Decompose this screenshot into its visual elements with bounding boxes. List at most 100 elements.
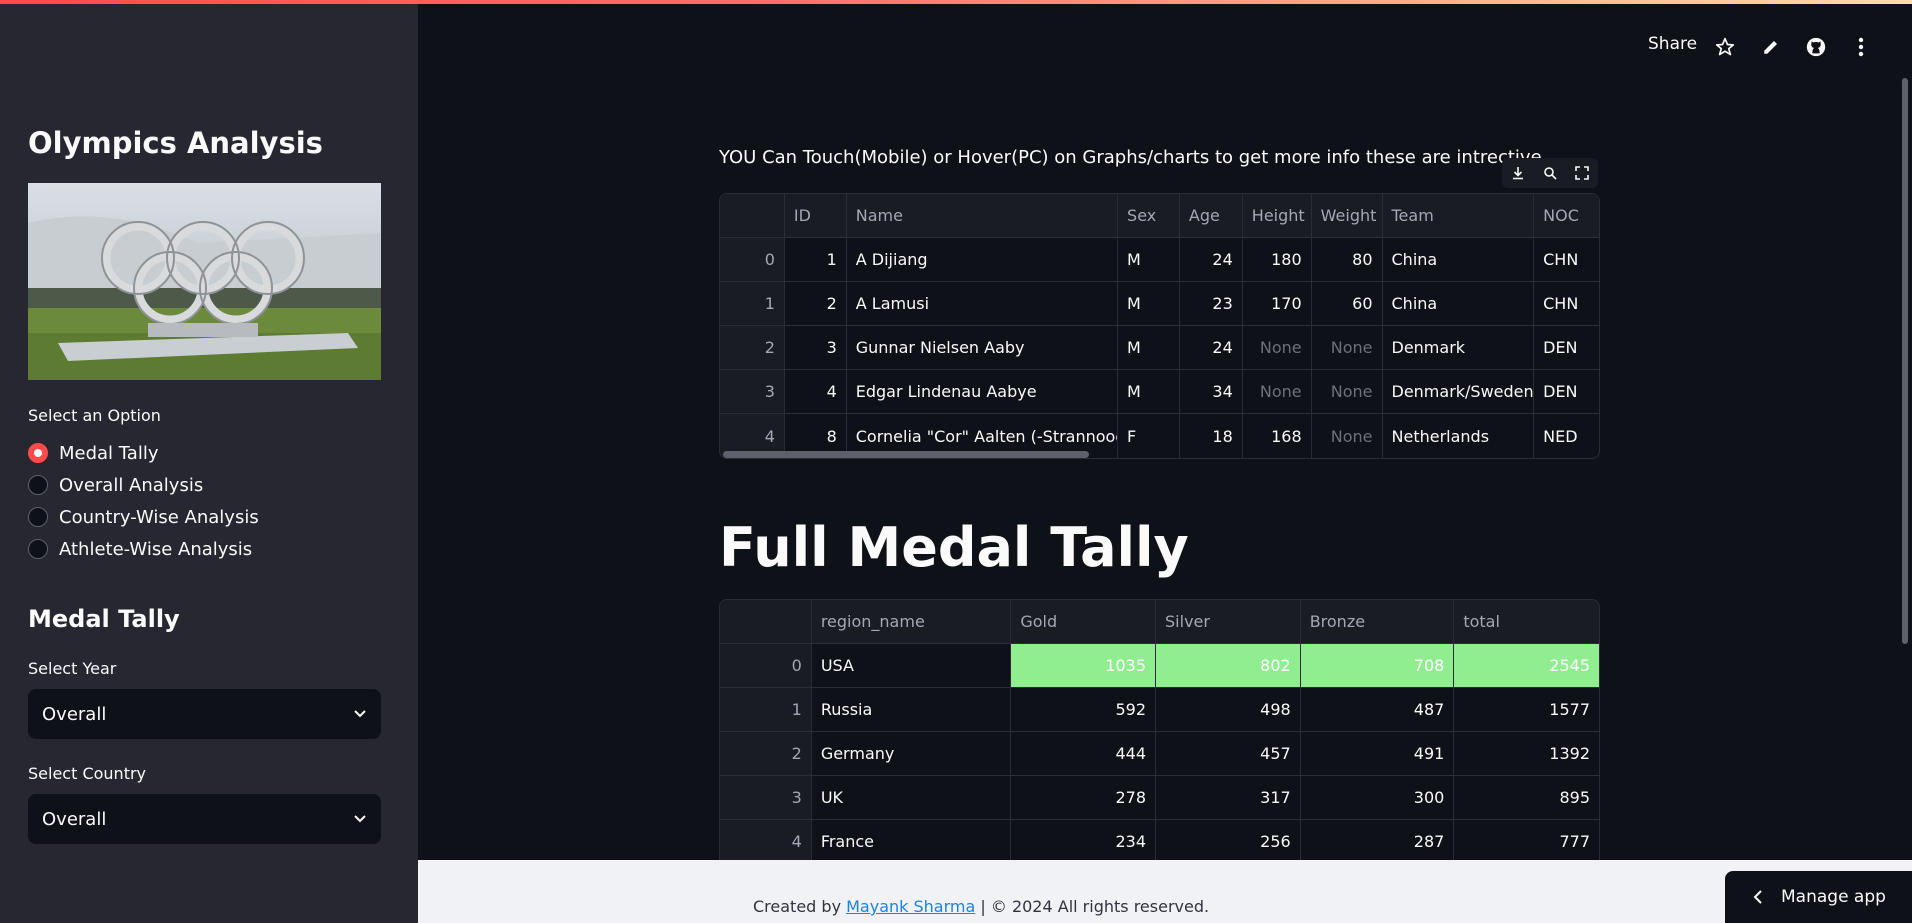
table-cell[interactable]: 444 [1011,732,1157,775]
table-cell[interactable]: 80 [1312,238,1383,281]
table-cell[interactable]: CHN [1534,282,1599,325]
table-cell[interactable]: F [1118,414,1180,458]
download-icon[interactable] [1507,162,1529,184]
table-cell[interactable]: 4 [785,370,847,413]
table-cell[interactable]: UK [812,776,1012,819]
table-cell[interactable]: M [1118,238,1180,281]
table-cell[interactable]: Netherlands [1383,414,1535,458]
column-header[interactable] [720,600,812,643]
share-button[interactable]: Share [1648,34,1697,54]
table-cell[interactable]: Germany [812,732,1012,775]
highlighted-cell[interactable]: 2545 [1454,644,1599,687]
column-header[interactable]: NOC [1534,194,1599,237]
table-cell[interactable]: 457 [1156,732,1301,775]
table-cell[interactable]: M [1118,370,1180,413]
column-header[interactable]: Weight [1312,194,1383,237]
table-cell[interactable]: Denmark [1383,326,1535,369]
column-header[interactable] [720,194,785,237]
country-select[interactable]: Overall [28,794,381,844]
column-header[interactable]: region_name [812,600,1012,643]
table-cell[interactable]: 60 [1312,282,1383,325]
table-cell[interactable]: 168 [1243,414,1312,458]
column-header[interactable]: Silver [1156,600,1301,643]
table-cell[interactable]: 256 [1156,820,1301,863]
table-cell[interactable]: 317 [1156,776,1301,819]
table-cell[interactable]: 1392 [1454,732,1599,775]
table-cell[interactable]: 287 [1301,820,1455,863]
table-cell[interactable]: A Lamusi [847,282,1119,325]
table-cell[interactable]: China [1383,282,1535,325]
search-icon[interactable] [1539,162,1561,184]
column-header[interactable]: Name [847,194,1119,237]
table-cell[interactable]: None [1243,370,1312,413]
column-header[interactable]: Height [1243,194,1312,237]
column-header[interactable]: ID [785,194,847,237]
author-link[interactable]: Mayank Sharma [846,897,975,916]
table-cell[interactable]: 777 [1454,820,1599,863]
table-cell[interactable]: 34 [1180,370,1243,413]
table-cell[interactable]: Edgar Lindenau Aabye [847,370,1119,413]
horizontal-scrollbar[interactable] [723,451,1089,458]
radio-athlete-wise-analysis[interactable]: Athlete-Wise Analysis [28,535,252,563]
table-cell[interactable]: 1577 [1454,688,1599,731]
column-header[interactable]: Sex [1118,194,1180,237]
table-cell[interactable]: 24 [1180,326,1243,369]
table-cell[interactable]: 487 [1301,688,1455,731]
table-cell[interactable]: 592 [1011,688,1157,731]
medal-dataframe[interactable]: region_name Gold Silver Bronze total 0 U… [719,599,1600,899]
table-cell[interactable]: 234 [1011,820,1157,863]
table-cell[interactable]: Gunnar Nielsen Aaby [847,326,1119,369]
table-cell[interactable]: CHN [1534,238,1599,281]
radio-country-wise-analysis[interactable]: Country-Wise Analysis [28,503,259,531]
table-cell[interactable]: 895 [1454,776,1599,819]
column-header[interactable]: Age [1180,194,1243,237]
table-cell[interactable]: 2 [785,282,847,325]
table-cell[interactable]: DEN [1534,326,1599,369]
table-cell[interactable]: None [1312,370,1383,413]
table-cell[interactable]: 278 [1011,776,1157,819]
table-cell[interactable]: 3 [785,326,847,369]
fullscreen-icon[interactable] [1571,162,1593,184]
table-cell[interactable]: M [1118,282,1180,325]
table-cell[interactable]: 1 [785,238,847,281]
table-cell[interactable]: None [1312,414,1383,458]
column-header[interactable]: Team [1383,194,1535,237]
table-cell[interactable]: 18 [1180,414,1243,458]
radio-medal-tally[interactable]: Medal Tally [28,439,158,467]
table-cell[interactable]: None [1243,326,1312,369]
table-cell[interactable]: Russia [812,688,1012,731]
column-header[interactable]: Gold [1011,600,1157,643]
column-header[interactable]: Bronze [1301,600,1455,643]
table-cell[interactable]: Denmark/Sweden [1383,370,1535,413]
highlighted-cell[interactable]: 802 [1156,644,1301,687]
table-cell[interactable]: China [1383,238,1535,281]
radio-overall-analysis[interactable]: Overall Analysis [28,471,203,499]
highlighted-cell[interactable]: 708 [1300,644,1455,687]
table-cell[interactable]: 498 [1156,688,1301,731]
manage-app-button[interactable]: Manage app [1725,871,1912,923]
chevron-down-icon [353,704,367,725]
table-cell[interactable]: 24 [1180,238,1243,281]
table-cell[interactable]: None [1312,326,1383,369]
table-cell[interactable]: 170 [1243,282,1312,325]
pencil-icon[interactable] [1758,34,1784,60]
table-cell[interactable]: NED [1534,414,1599,458]
table-cell[interactable]: M [1118,326,1180,369]
column-header[interactable]: total [1454,600,1599,643]
table-cell[interactable]: 300 [1301,776,1455,819]
more-vertical-icon[interactable] [1848,34,1874,60]
star-icon[interactable] [1712,34,1738,60]
year-label: Select Year [28,659,117,678]
year-select[interactable]: Overall [28,689,381,739]
table-cell[interactable]: DEN [1534,370,1599,413]
table-cell[interactable]: A Dijiang [847,238,1119,281]
athlete-dataframe[interactable]: ID Name Sex Age Height Weight Team NOC 0… [719,193,1600,459]
vertical-scrollbar[interactable] [1902,78,1908,644]
highlighted-cell[interactable]: 1035 [1011,644,1157,687]
table-cell[interactable]: France [812,820,1012,863]
github-icon[interactable] [1803,34,1829,60]
table-cell[interactable]: 23 [1180,282,1243,325]
table-cell[interactable]: 180 [1243,238,1312,281]
table-cell[interactable]: USA [812,644,1012,687]
table-cell[interactable]: 491 [1301,732,1455,775]
